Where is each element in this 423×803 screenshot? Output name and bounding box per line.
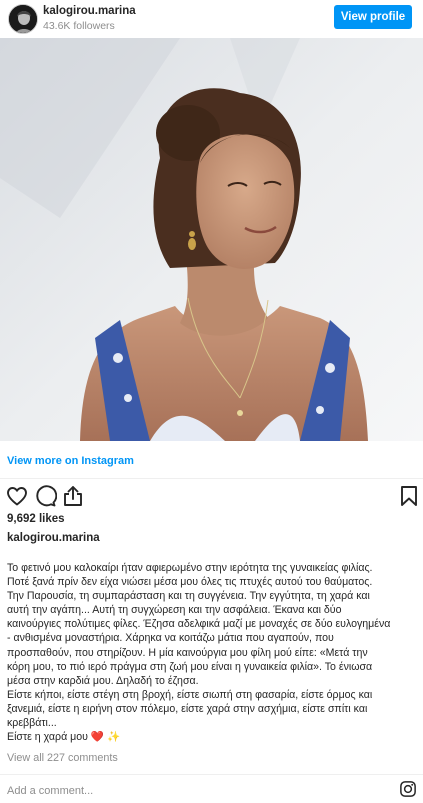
caption-line: μέσα στην καρδιά μου. Δηλαδή το έζησα. [7,674,199,687]
caption-line: Την Παρουσία, τη συμπαράσταση και τη συγ… [7,590,370,603]
caption-last-line: Είστε η χαρά μου ❤️ ✨ [7,730,419,744]
comment-bar: Add a comment... [0,774,423,803]
caption-last-text: Είστε η χαρά μου [7,731,88,744]
follower-count: 43.6K followers [43,20,115,32]
heart-icon[interactable] [5,484,29,508]
action-bar [0,480,423,512]
profile-avatar[interactable] [8,4,38,34]
caption-line: Είστε κήποι, είστε στέγη στη βροχή, είστ… [7,688,373,701]
caption-line: προσπαθούν, που στηρίζουν. Η μία καινούρ… [7,646,368,659]
header-username[interactable]: kalogirou.marina [43,5,136,17]
caption-line: - ανθισμένα μοναστήρια. Χάρηκα να κοιτάζ… [7,632,334,645]
caption-line: κόρη μου, το πιό ιερό πράγμα στη ζωή μου… [7,660,373,673]
post-photo[interactable] [0,38,423,441]
sparkles-emoji: ✨ [107,731,121,744]
portrait-photo [0,38,423,441]
view-more-row: View more on Instagram [0,441,423,479]
caption-line: καινούργιες πολύτιμες φίλες. Έζησα αδελφ… [7,618,391,631]
view-profile-button[interactable]: View profile [334,5,412,29]
caption-username[interactable]: kalogirou.marina [7,532,100,544]
like-count[interactable]: 9,692 likes [7,513,65,525]
caption-line: Ποτέ ξανά πρίν δεν είχα νιώσει μέσα μου … [7,576,373,589]
caption-line: κρεββάτι... [7,717,57,730]
caption-text: Το φετινό μου καλοκαίρι ήταν αφιερωμένο … [7,561,419,744]
instagram-logo-icon[interactable] [399,780,417,798]
comment-icon[interactable] [33,484,57,508]
red-heart-emoji: ❤️ [90,731,105,744]
add-comment-input[interactable]: Add a comment... [7,785,93,797]
caption-line: Το φετινό μου καλοκαίρι ήταν αφιερωμένο … [7,562,373,574]
share-icon[interactable] [61,484,85,508]
view-more-link[interactable]: View more on Instagram [7,455,134,467]
view-all-comments-link[interactable]: View all 227 comments [7,752,118,764]
caption-line: αυτή την αγάπη... Αυτή τη συγχώρεση και … [7,604,342,617]
post-header: kalogirou.marina 43.6K followers View pr… [0,0,423,38]
avatar-image [9,5,37,33]
bookmark-icon[interactable] [397,484,421,508]
caption-line: ξανεμιά, είστε η ειρήνη στον πόλεμο, είσ… [7,702,368,715]
instagram-embed-card: kalogirou.marina 43.6K followers View pr… [0,0,423,803]
